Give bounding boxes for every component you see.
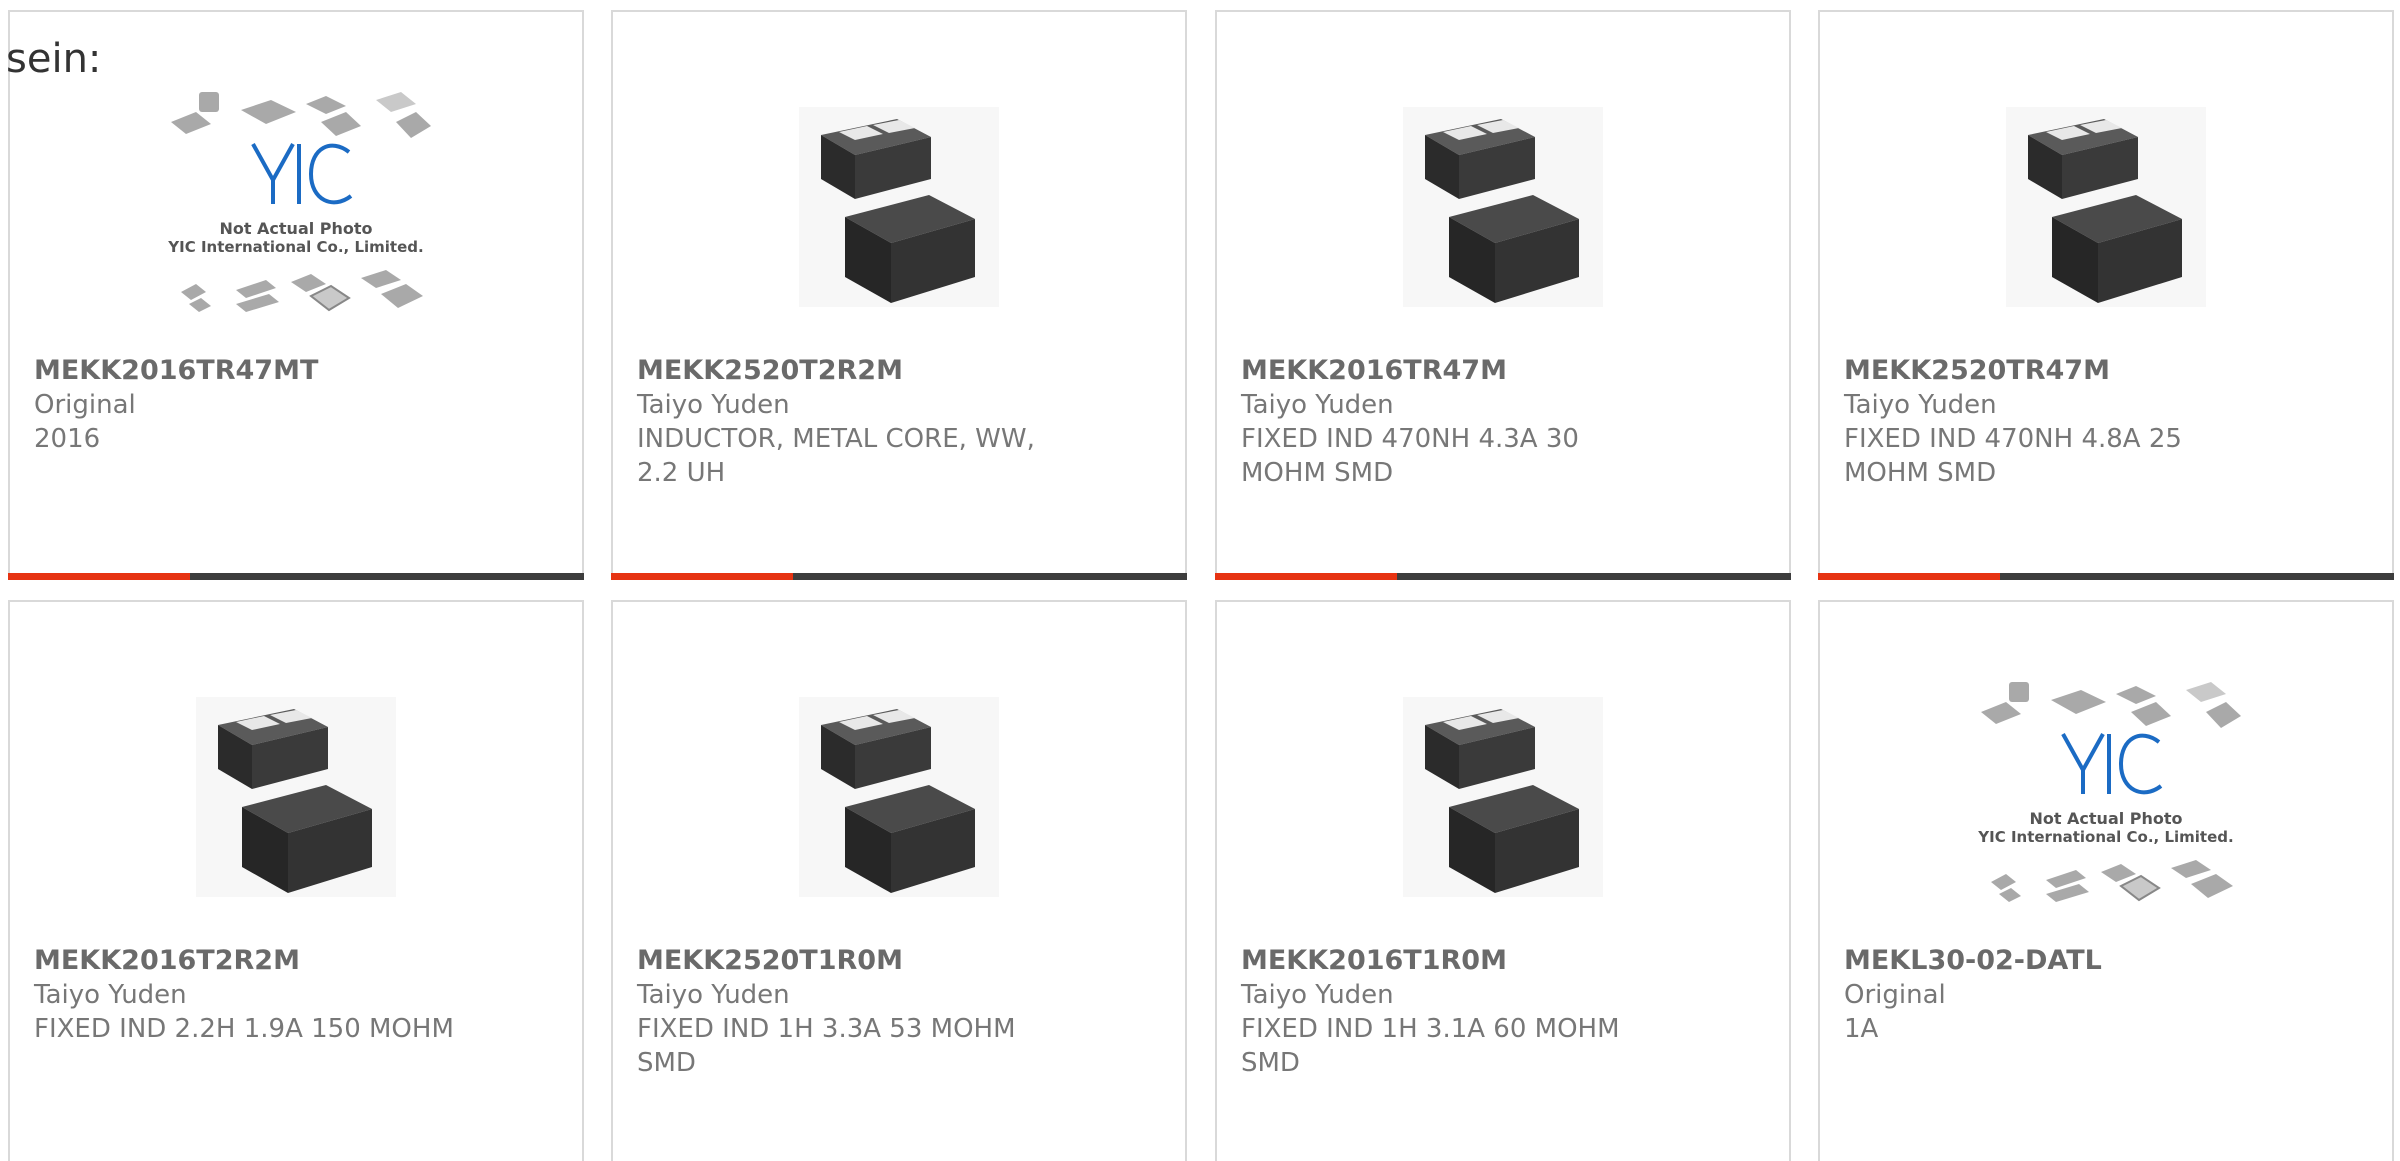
product-image	[613, 72, 1185, 342]
product-card[interactable]: Not Actual Photo YIC International Co., …	[1818, 600, 2394, 1161]
product-card[interactable]: MEKK2520T2R2M Taiyo Yuden INDUCTOR, META…	[611, 10, 1187, 580]
accent-bar	[611, 573, 793, 580]
product-card[interactable]: MEKK2520TR47M Taiyo Yuden FIXED IND 470N…	[1818, 10, 2394, 580]
placeholder-image-icon: Not Actual Photo YIC International Co., …	[1977, 682, 2241, 902]
part-number[interactable]: MEKL30-02-DATL	[1844, 944, 2368, 978]
description: 1A	[1844, 1014, 1879, 1044]
placeholder-line2: YIC International Co., Limited.	[167, 238, 423, 256]
product-image	[1217, 662, 1789, 932]
inductor-image-icon	[1403, 107, 1603, 307]
placeholder-line1: Not Actual Photo	[219, 219, 372, 238]
product-card[interactable]: MEKK2520T1R0M Taiyo Yuden FIXED IND 1H 3…	[611, 600, 1187, 1161]
product-grid-page: sein: Not Actual Photo YIC International…	[0, 0, 2400, 1161]
inductor-image-icon	[799, 107, 999, 307]
product-card[interactable]: MEKK2016TR47M Taiyo Yuden FIXED IND 470N…	[1215, 10, 1791, 580]
manufacturer: Taiyo Yuden	[1844, 390, 1997, 420]
card-footer-bar	[1818, 573, 2394, 580]
part-number[interactable]: MEKK2520T1R0M	[637, 944, 1161, 978]
product-image: Not Actual Photo YIC International Co., …	[10, 72, 582, 342]
product-card[interactable]: Not Actual Photo YIC International Co., …	[8, 10, 584, 580]
card-footer-bar	[611, 573, 1187, 580]
product-image	[1820, 72, 2392, 342]
inductor-image-icon	[1403, 697, 1603, 897]
inductor-image-icon	[799, 697, 999, 897]
part-number[interactable]: MEKK2520T2R2M	[637, 354, 1161, 388]
card-footer-bar	[8, 573, 584, 580]
manufacturer: Taiyo Yuden	[1241, 390, 1394, 420]
accent-bar	[1818, 573, 2000, 580]
placeholder-image-icon: Not Actual Photo YIC International Co., …	[167, 92, 431, 312]
description: FIXED IND 470NH 4.3A 30 MOHM SMD	[1241, 424, 1579, 488]
manufacturer: Taiyo Yuden	[637, 980, 790, 1010]
product-image	[1217, 72, 1789, 342]
product-image: Not Actual Photo YIC International Co., …	[1820, 662, 2392, 932]
manufacturer: Taiyo Yuden	[637, 390, 790, 420]
manufacturer: Taiyo Yuden	[1241, 980, 1394, 1010]
product-card[interactable]: MEKK2016T1R0M Taiyo Yuden FIXED IND 1H 3…	[1215, 600, 1791, 1161]
accent-bar	[8, 573, 190, 580]
description: INDUCTOR, METAL CORE, WW, 2.2 UH	[637, 424, 1035, 488]
intro-text: sein:	[6, 36, 102, 82]
part-number[interactable]: MEKK2016TR47M	[1241, 354, 1765, 388]
placeholder-line1: Not Actual Photo	[2029, 809, 2182, 828]
description: FIXED IND 1H 3.1A 60 MOHM SMD	[1241, 1014, 1620, 1078]
description: FIXED IND 470NH 4.8A 25 MOHM SMD	[1844, 424, 2182, 488]
description: 2016	[34, 424, 101, 454]
part-number[interactable]: MEKK2016T1R0M	[1241, 944, 1765, 978]
accent-bar	[1215, 573, 1397, 580]
card-footer-bar	[1215, 573, 1791, 580]
product-image	[10, 662, 582, 932]
description: FIXED IND 1H 3.3A 53 MOHM SMD	[637, 1014, 1016, 1078]
description: FIXED IND 2.2H 1.9A 150 MOHM	[34, 1014, 454, 1044]
manufacturer: Taiyo Yuden	[34, 980, 187, 1010]
manufacturer: Original	[1844, 980, 1946, 1010]
part-number[interactable]: MEKK2016TR47MT	[34, 354, 558, 388]
manufacturer: Original	[34, 390, 136, 420]
inductor-image-icon	[2006, 107, 2206, 307]
inductor-image-icon	[196, 697, 396, 897]
product-card[interactable]: MEKK2016T2R2M Taiyo Yuden FIXED IND 2.2H…	[8, 600, 584, 1161]
part-number[interactable]: MEKK2016T2R2M	[34, 944, 558, 978]
product-image	[613, 662, 1185, 932]
placeholder-line2: YIC International Co., Limited.	[1977, 828, 2233, 846]
part-number[interactable]: MEKK2520TR47M	[1844, 354, 2368, 388]
